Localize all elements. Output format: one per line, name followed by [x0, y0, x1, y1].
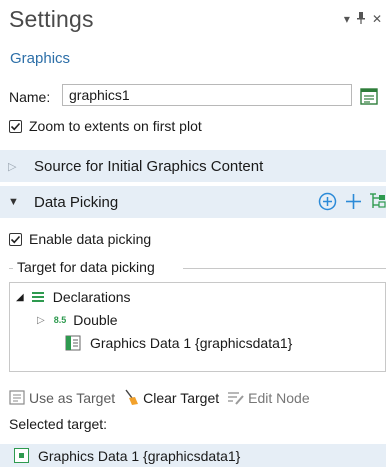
enable-checkbox-label: Enable data picking [29, 231, 152, 247]
use-as-target-label: Use as Target [29, 389, 116, 406]
group-divider-right [183, 268, 386, 269]
tree-item-graphics-data[interactable]: Graphics Data 1 {graphicsdata1} [65, 335, 292, 351]
tree-item-label: Declarations [52, 289, 131, 305]
clear-target-label: Clear Target [143, 389, 220, 406]
rename-button[interactable] [358, 85, 380, 107]
zoom-to-extents-checkbox[interactable]: Zoom to extents on first plot [9, 118, 202, 134]
tree-item-label: Double [73, 312, 118, 328]
add-icon[interactable] [345, 193, 362, 214]
section-source-label: Source for Initial Graphics Content [34, 157, 264, 175]
name-field[interactable]: graphics1 [62, 84, 352, 106]
broom-icon [123, 389, 139, 406]
section-data-picking-label: Data Picking [34, 193, 119, 211]
selected-target-label: Selected target: [9, 416, 108, 432]
selected-target-value: Graphics Data 1 {graphicsdata1} [38, 447, 241, 464]
tree-item-label: Graphics Data 1 {graphicsdata1} [90, 335, 293, 351]
collapse-arrow-icon[interactable]: ▼ [8, 196, 24, 208]
edit-node-label: Edit Node [248, 389, 310, 406]
use-as-target-icon [9, 390, 25, 405]
name-label: Name: [9, 89, 51, 105]
checkbox-checked-icon[interactable] [9, 119, 22, 133]
panel-title: Settings [9, 6, 94, 32]
declarations-icon [31, 291, 44, 303]
add-circle-icon[interactable] [318, 192, 337, 215]
section-data-picking[interactable]: ▼ Data Picking [0, 186, 386, 218]
dropdown-arrow-icon[interactable]: ▾ [344, 12, 350, 27]
double-type-icon: 8.5 [53, 315, 67, 325]
use-as-target-button[interactable]: Use as Target [9, 390, 115, 406]
enable-data-picking-checkbox[interactable]: Enable data picking [9, 231, 151, 247]
panel-subtitle: Graphics [10, 50, 71, 67]
collapsed-arrow-icon[interactable]: ▷ [37, 315, 45, 326]
section-toolbar [318, 192, 386, 215]
edit-node-button[interactable]: Edit Node [227, 389, 310, 406]
pin-icon[interactable] [356, 12, 366, 27]
clear-target-button[interactable]: Clear Target [123, 389, 219, 406]
selected-target-icon [14, 448, 29, 463]
expanded-arrow-icon[interactable]: ◢ [16, 292, 24, 303]
tree-add-icon[interactable] [370, 192, 386, 215]
selected-target-field[interactable]: Graphics Data 1 {graphicsdata1} [0, 444, 386, 467]
expand-arrow-icon[interactable]: ▷ [8, 160, 24, 173]
group-divider-left [9, 268, 13, 269]
close-icon[interactable]: ✕ [372, 12, 382, 27]
graphics-data-icon [65, 335, 81, 351]
target-toolbar: Use as Target Clear Target Edit Node [9, 389, 318, 406]
edit-name-icon [360, 87, 378, 105]
zoom-checkbox-label: Zoom to extents on first plot [29, 118, 202, 134]
tree-item-declarations[interactable]: ◢ Declarations [16, 289, 131, 305]
section-source-initial-graphics[interactable]: ▷ Source for Initial Graphics Content [0, 150, 386, 182]
window-controls: ▾ ✕ [344, 12, 382, 27]
tree-item-double[interactable]: ▷ 8.5 Double [37, 312, 118, 328]
checkbox-checked-icon[interactable] [9, 232, 22, 246]
target-tree[interactable]: ◢ Declarations ▷ 8.5 Double Graphics Dat… [9, 282, 386, 372]
group-target-label: Target for data picking [14, 259, 158, 275]
edit-node-icon [227, 391, 244, 405]
